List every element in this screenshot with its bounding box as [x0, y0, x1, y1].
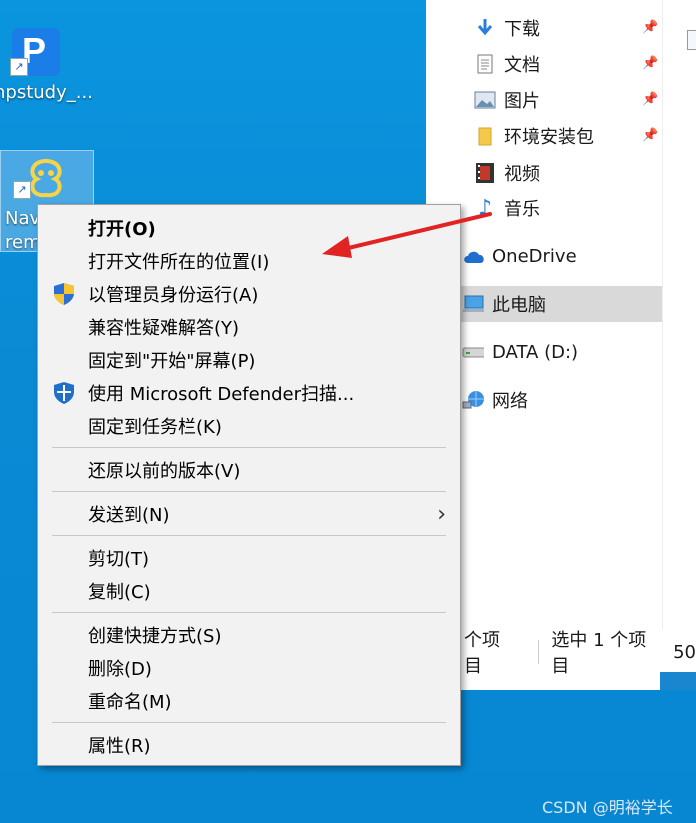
watermark: CSDN @明裕学长: [542, 798, 673, 817]
annotation-arrow: [322, 212, 492, 258]
